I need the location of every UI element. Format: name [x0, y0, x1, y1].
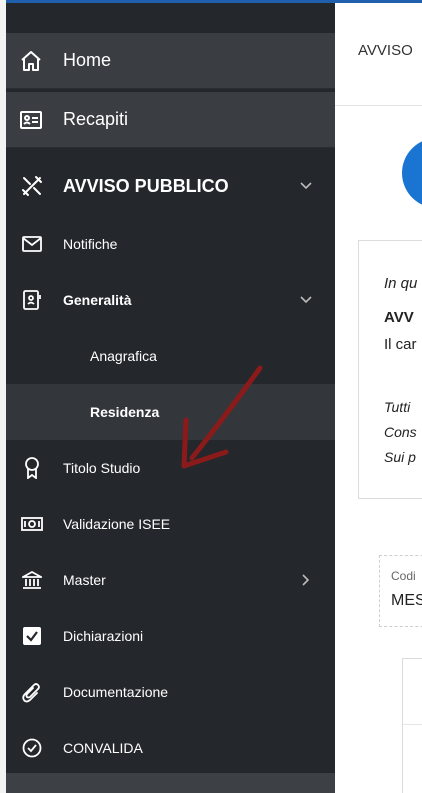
divider: [403, 724, 422, 725]
sidebar-item-dichiarazioni[interactable]: Dichiarazioni: [6, 608, 335, 664]
status-circle: [402, 138, 422, 208]
sidebar-item-label: Anagrafica: [90, 348, 157, 364]
app-frame: Home Recapiti AVVISO PUBBLICO Notifiche: [0, 0, 422, 793]
contact-card-icon: [16, 105, 46, 135]
envelope-icon: [19, 231, 45, 257]
sidebar-item-anagrafica[interactable]: Anagrafica: [6, 328, 335, 384]
chevron-right-icon: [299, 573, 313, 587]
chevron-down-icon: [299, 179, 313, 193]
chevron-down-icon: [299, 293, 313, 307]
id-badge-icon: [19, 287, 45, 313]
sidebar-item-label: Generalità: [63, 292, 132, 308]
main-content: AVVISO In qu AVV Il car Tutti Cons Sui p…: [335, 3, 422, 793]
sidebar-item-label: CONVALIDA: [63, 740, 143, 756]
check-circle-icon: [19, 735, 45, 761]
codice-value: MES: [391, 592, 422, 609]
table-panel: [402, 658, 422, 793]
codice-field: Codi MES: [379, 555, 422, 627]
institution-icon: [19, 567, 45, 593]
paperclip-icon: [19, 679, 45, 705]
award-ribbon-icon: [19, 455, 45, 481]
codice-label: Codi: [391, 569, 416, 583]
sidebar-item-convalida[interactable]: CONVALIDA: [6, 720, 335, 776]
checkbox-checked-icon: [19, 623, 45, 649]
breadcrumb-bar: AVVISO: [335, 3, 422, 106]
sidebar-item-validazione-isee[interactable]: Validazione ISEE: [6, 496, 335, 552]
card-text: Il car: [384, 336, 417, 353]
sidebar-item-residenza[interactable]: Residenza: [6, 384, 335, 440]
sidebar-item-recapiti[interactable]: Recapiti: [6, 92, 335, 148]
sidebar-nav: Home Recapiti AVVISO PUBBLICO Notifiche: [6, 3, 335, 793]
sidebar-item-notifiche[interactable]: Notifiche: [6, 216, 335, 272]
sidebar-item-generalita[interactable]: Generalità: [6, 272, 335, 328]
sidebar-item-documentazione[interactable]: Documentazione: [6, 664, 335, 720]
card-text: In qu: [384, 275, 418, 292]
sidebar-item-label: Recapiti: [63, 109, 129, 129]
card-text: Sui p: [384, 449, 416, 465]
sidebar-item-master[interactable]: Master: [6, 552, 335, 608]
sidebar-item-label: Validazione ISEE: [63, 516, 171, 532]
tools-icon: [19, 173, 45, 199]
money-bill-icon: [19, 511, 45, 537]
card-text: Tutti: [384, 399, 411, 415]
home-icon: [16, 46, 46, 76]
sidebar-item-label: AVVISO PUBBLICO: [63, 175, 229, 196]
info-card: In qu AVV Il car Tutti Cons Sui p: [358, 240, 422, 499]
sidebar-item-titolo-studio[interactable]: Titolo Studio: [6, 440, 335, 496]
sidebar-item-home[interactable]: Home: [6, 33, 335, 89]
sidebar-item-label: Master: [63, 572, 106, 588]
sidebar-item-label: Titolo Studio: [63, 460, 141, 476]
card-text: AVV: [384, 309, 414, 326]
sidebar-item-label: Residenza: [90, 404, 160, 420]
card-text: Cons: [384, 424, 417, 440]
sidebar-item-label: Documentazione: [63, 684, 169, 700]
sidebar-next-item[interactable]: [6, 773, 335, 793]
sidebar-item-label: Home: [63, 50, 112, 70]
sidebar-item-label: Notifiche: [63, 236, 118, 252]
sidebar-group-avviso-pubblico[interactable]: AVVISO PUBBLICO: [6, 155, 335, 217]
breadcrumb[interactable]: AVVISO: [358, 42, 413, 59]
sidebar-item-label: Dichiarazioni: [63, 628, 144, 644]
